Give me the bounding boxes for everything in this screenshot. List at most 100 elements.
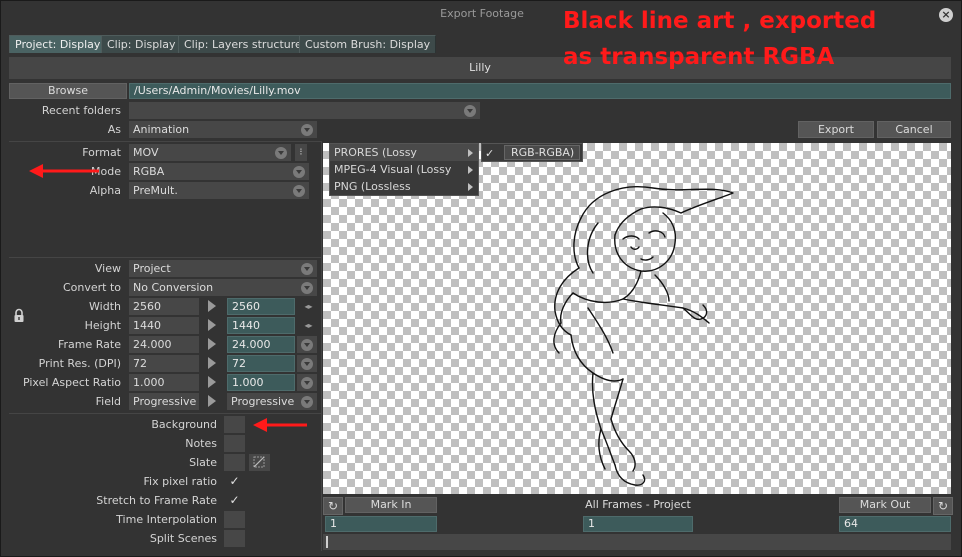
alpha-label: Alpha [89,184,121,197]
height-source-field[interactable]: 1440 [129,317,199,334]
view-dropdown[interactable]: Project [129,260,317,277]
fix-pixel-ratio-label: Fix pixel ratio [143,475,217,488]
convert-to-label: Convert to [62,281,121,294]
chevron-down-icon [301,358,313,370]
codec-mpeg4-label: MPEG-4 Visual (Lossy [334,163,452,176]
alpha-value: PreMult. [133,184,178,197]
pixel-aspect-ratio-source-field[interactable]: 1.000 [129,374,199,391]
panel-divider [321,141,322,551]
export-footage-dialog: Export Footage × Project: Display Clip: … [0,0,962,557]
slate-settings-button[interactable] [249,454,270,471]
apply-arrow-icon[interactable] [208,357,216,369]
tab-clip-display[interactable]: Clip: Display [101,35,182,53]
divider [9,413,321,414]
width-source-field[interactable]: 2560 [129,298,199,315]
apply-arrow-icon[interactable] [208,300,216,312]
annotation-line-2: as transparent RGBA [563,44,835,70]
apply-arrow-icon[interactable] [208,319,216,331]
alpha-dropdown[interactable]: PreMult. [129,182,309,199]
checkmark-icon: ✓ [485,147,495,160]
stretch-to-frame-rate-label: Stretch to Frame Rate [96,494,217,507]
print-res-source-field[interactable]: 72 [129,355,199,372]
frame-rate-label: Frame Rate [58,338,121,351]
notes-label: Notes [185,437,217,450]
codec-prores-item[interactable]: PRORES (Lossy [330,144,478,161]
pixel-aspect-ratio-dropdown[interactable] [297,374,317,391]
format-value: MOV [133,146,159,159]
fix-pixel-ratio-checkbox[interactable]: ✓ [224,473,245,490]
field-output-value: Progressive [231,395,295,408]
width-output-field[interactable]: 2560 [227,298,295,315]
cancel-button[interactable]: Cancel [877,121,951,138]
divider [9,257,321,258]
chevron-down-icon [464,105,476,117]
notes-checkbox[interactable] [224,435,245,452]
pixel-aspect-ratio-output-field[interactable]: 1.000 [227,374,295,391]
codec-png-item[interactable]: PNG (Lossless [330,178,478,195]
all-frames-field[interactable]: 1 [583,516,693,532]
slate-checkbox[interactable] [224,454,245,471]
mode-dropdown[interactable]: RGBA [129,163,309,180]
apply-arrow-icon[interactable] [208,338,216,350]
as-value: Animation [133,123,190,136]
playhead[interactable] [326,536,328,548]
chevron-down-icon [293,185,305,197]
format-dropdown[interactable]: MOV [129,144,291,161]
refresh-mark-in-icon[interactable]: ↻ [323,497,343,515]
codec-submenu: ✓ RGB-RGBA) [481,143,583,162]
mark-in-button[interactable]: Mark In [345,497,437,513]
tab-project-display[interactable]: Project: Display [9,35,107,53]
chevron-down-icon [275,147,287,159]
split-scenes-label: Split Scenes [149,532,217,545]
field-output-dropdown[interactable]: Progressive [227,393,317,410]
chevron-down-icon [301,377,313,389]
tab-clip-layers-structure[interactable]: Clip: Layers structure [178,35,308,53]
submenu-arrow-icon [468,149,473,157]
submenu-arrow-icon [468,183,473,191]
stretch-to-frame-rate-checkbox[interactable]: ✓ [224,492,245,509]
slate-edit-icon [253,456,265,468]
pixel-aspect-ratio-label: Pixel Aspect Ratio [22,376,121,389]
spin-arrows-icon[interactable]: ◂▸ [300,317,317,334]
recent-folders-label: Recent folders [41,104,121,117]
annotation-line-1: Black line art , exported [563,8,877,34]
print-res-output-field[interactable]: 72 [227,355,295,372]
export-button[interactable]: Export [798,121,874,138]
mark-out-button[interactable]: Mark Out [839,497,931,513]
mark-out-field[interactable]: 64 [839,516,951,532]
codec-png-label: PNG (Lossless [334,180,411,193]
timeline-scrubber[interactable] [323,534,951,550]
chevron-down-icon [301,124,313,136]
codec-rgb-rgba-item[interactable]: RGB-RGBA) [504,145,580,160]
output-path-field[interactable]: /Users/Admin/Movies/Lilly.mov [129,83,951,99]
background-checkbox[interactable] [224,416,245,433]
time-interpolation-checkbox[interactable] [224,511,245,528]
refresh-mark-out-icon[interactable]: ↻ [933,497,953,515]
apply-arrow-icon[interactable] [208,395,216,407]
browse-button[interactable]: Browse [9,83,127,99]
apply-arrow-icon[interactable] [208,376,216,388]
frame-rate-output-field[interactable]: 24.000 [227,336,295,353]
convert-to-value: No Conversion [133,281,214,294]
codec-mpeg4-item[interactable]: MPEG-4 Visual (Lossy [330,161,478,178]
tab-custom-brush-display[interactable]: Custom Brush: Display [299,35,437,53]
close-icon[interactable]: × [939,8,953,22]
frame-rate-source-field[interactable]: 24.000 [129,336,199,353]
format-label: Format [82,146,121,159]
height-output-field[interactable]: 1440 [227,317,295,334]
chevron-down-icon [301,396,313,408]
mark-in-field[interactable]: 1 [325,516,437,532]
convert-to-dropdown[interactable]: No Conversion [129,279,317,296]
frame-rate-dropdown[interactable] [297,336,317,353]
field-source-field[interactable]: Progressive [129,393,199,410]
red-arrow-background-icon [253,418,307,432]
all-frames-label: All Frames - Project [585,498,691,511]
width-label: Width [89,300,121,313]
mode-value: RGBA [133,165,165,178]
spin-arrows-icon[interactable]: ◂▸ [300,298,317,315]
split-scenes-checkbox[interactable] [224,530,245,547]
as-dropdown[interactable]: Animation [129,121,317,138]
recent-folders-dropdown[interactable] [129,102,480,119]
print-res-dropdown[interactable] [297,355,317,372]
format-options-icon[interactable]: ⁝ [295,144,307,161]
